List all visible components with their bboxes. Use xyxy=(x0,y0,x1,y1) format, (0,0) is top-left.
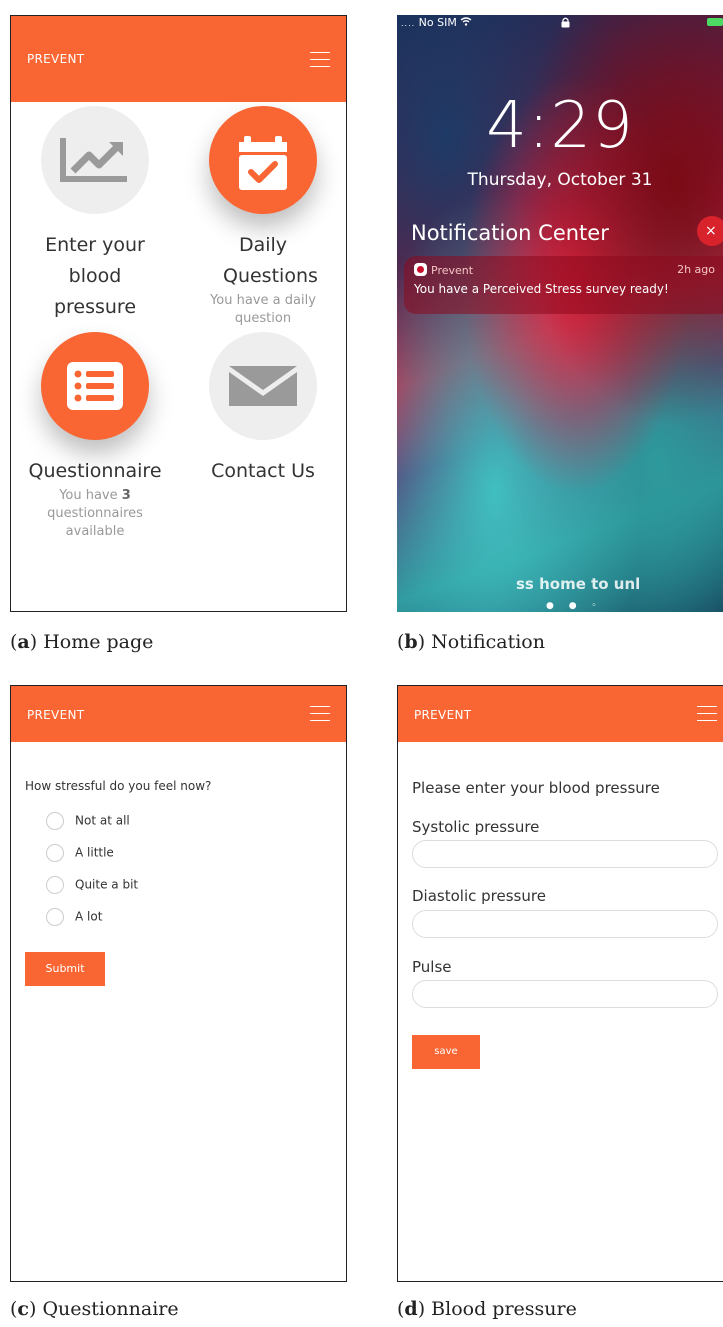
status-bar: .... No SIM xyxy=(397,15,723,33)
tile-label: Questionnaire xyxy=(28,460,162,482)
menu-icon[interactable] xyxy=(697,704,717,724)
clock-date: Thursday, October 31 xyxy=(467,170,653,190)
diastolic-label: Diastolic pressure xyxy=(412,887,546,905)
blood-pressure-screen: PREVENT Please enter your blood pressure… xyxy=(397,685,723,1282)
tile-daily-questions[interactable]: Daily Questions You have a daily questio… xyxy=(179,106,346,328)
notification-center-title: Notification Center xyxy=(411,221,609,245)
tile-label: Contact Us xyxy=(211,460,315,482)
pulse-input[interactable] xyxy=(412,980,718,1008)
systolic-input[interactable] xyxy=(412,840,718,868)
menu-icon[interactable] xyxy=(310,704,330,724)
page-dots: ● ● ◦ xyxy=(546,601,603,611)
lock-screen: .... No SIM 4:29 Thursday, October 31 No… xyxy=(397,15,723,612)
caption-a: (a) Home page xyxy=(10,631,154,653)
radio-button[interactable] xyxy=(46,876,64,894)
clear-notifications-button[interactable]: × xyxy=(697,216,723,246)
option-not-at-all[interactable]: Not at all xyxy=(46,812,130,830)
form-heading: Please enter your blood pressure xyxy=(412,779,660,797)
app-header: PREVENT xyxy=(11,686,346,742)
systolic-label: Systolic pressure xyxy=(412,818,540,836)
lock-icon xyxy=(561,17,570,28)
app-header: PREVENT xyxy=(11,16,346,102)
save-button[interactable]: save xyxy=(412,1035,480,1069)
caption-b: (b) Notification xyxy=(397,631,545,653)
tile-label: Enter your blood pressure xyxy=(45,234,145,318)
chart-icon xyxy=(41,106,149,214)
notification-card[interactable]: Prevent 2h ago You have a Perceived Stre… xyxy=(404,256,723,314)
tile-blood-pressure[interactable]: Enter your blood pressure xyxy=(11,106,179,323)
caption-d: (d) Blood pressure xyxy=(397,1298,577,1320)
app-title: PREVENT xyxy=(414,708,472,722)
subtitle-suffix: questionnaires available xyxy=(47,506,143,539)
option-a-little[interactable]: A little xyxy=(46,844,114,862)
tile-label: Daily Questions xyxy=(223,234,318,287)
notification-message: You have a Perceived Stress survey ready… xyxy=(414,282,669,296)
notification-app: Prevent xyxy=(414,263,473,277)
unlock-hint: ss home to unl xyxy=(516,575,641,593)
questionnaire-count: 3 xyxy=(121,488,131,503)
tile-contact-us[interactable]: Contact Us xyxy=(179,332,346,487)
calendar-check-icon xyxy=(209,106,317,214)
subtitle-prefix: You have xyxy=(59,488,118,503)
notification-age: 2h ago xyxy=(677,263,715,276)
submit-button[interactable]: Submit xyxy=(25,952,105,986)
battery-icon xyxy=(707,18,723,26)
clock-time: 4:29 xyxy=(486,89,634,163)
tile-questionnaire[interactable]: Questionnaire You have 3 questionnaires … xyxy=(11,332,179,541)
envelope-icon xyxy=(209,332,317,440)
tile-subtitle: You have 3 questionnaires available xyxy=(11,487,179,541)
app-icon xyxy=(414,263,427,276)
questionnaire-screen: PREVENT How stressful do you feel now? N… xyxy=(10,685,347,1282)
app-title: PREVENT xyxy=(27,52,85,66)
radio-button[interactable] xyxy=(46,908,64,926)
option-quite-a-bit[interactable]: Quite a bit xyxy=(46,876,138,894)
wifi-icon xyxy=(460,17,472,26)
home-page-screen: PREVENT Enter your blood pressure Daily … xyxy=(10,15,347,612)
radio-button[interactable] xyxy=(46,812,64,830)
app-header: PREVENT xyxy=(398,686,723,742)
option-a-lot[interactable]: A lot xyxy=(46,908,102,926)
list-icon xyxy=(41,332,149,440)
tile-subtitle: You have a daily question xyxy=(210,293,316,326)
radio-button[interactable] xyxy=(46,844,64,862)
menu-icon[interactable] xyxy=(310,50,330,70)
question-text: How stressful do you feel now? xyxy=(25,779,212,793)
caption-c: (c) Questionnaire xyxy=(10,1298,179,1320)
carrier-label: .... No SIM xyxy=(401,16,472,29)
pulse-label: Pulse xyxy=(412,958,452,976)
diastolic-input[interactable] xyxy=(412,910,718,938)
app-title: PREVENT xyxy=(27,708,85,722)
